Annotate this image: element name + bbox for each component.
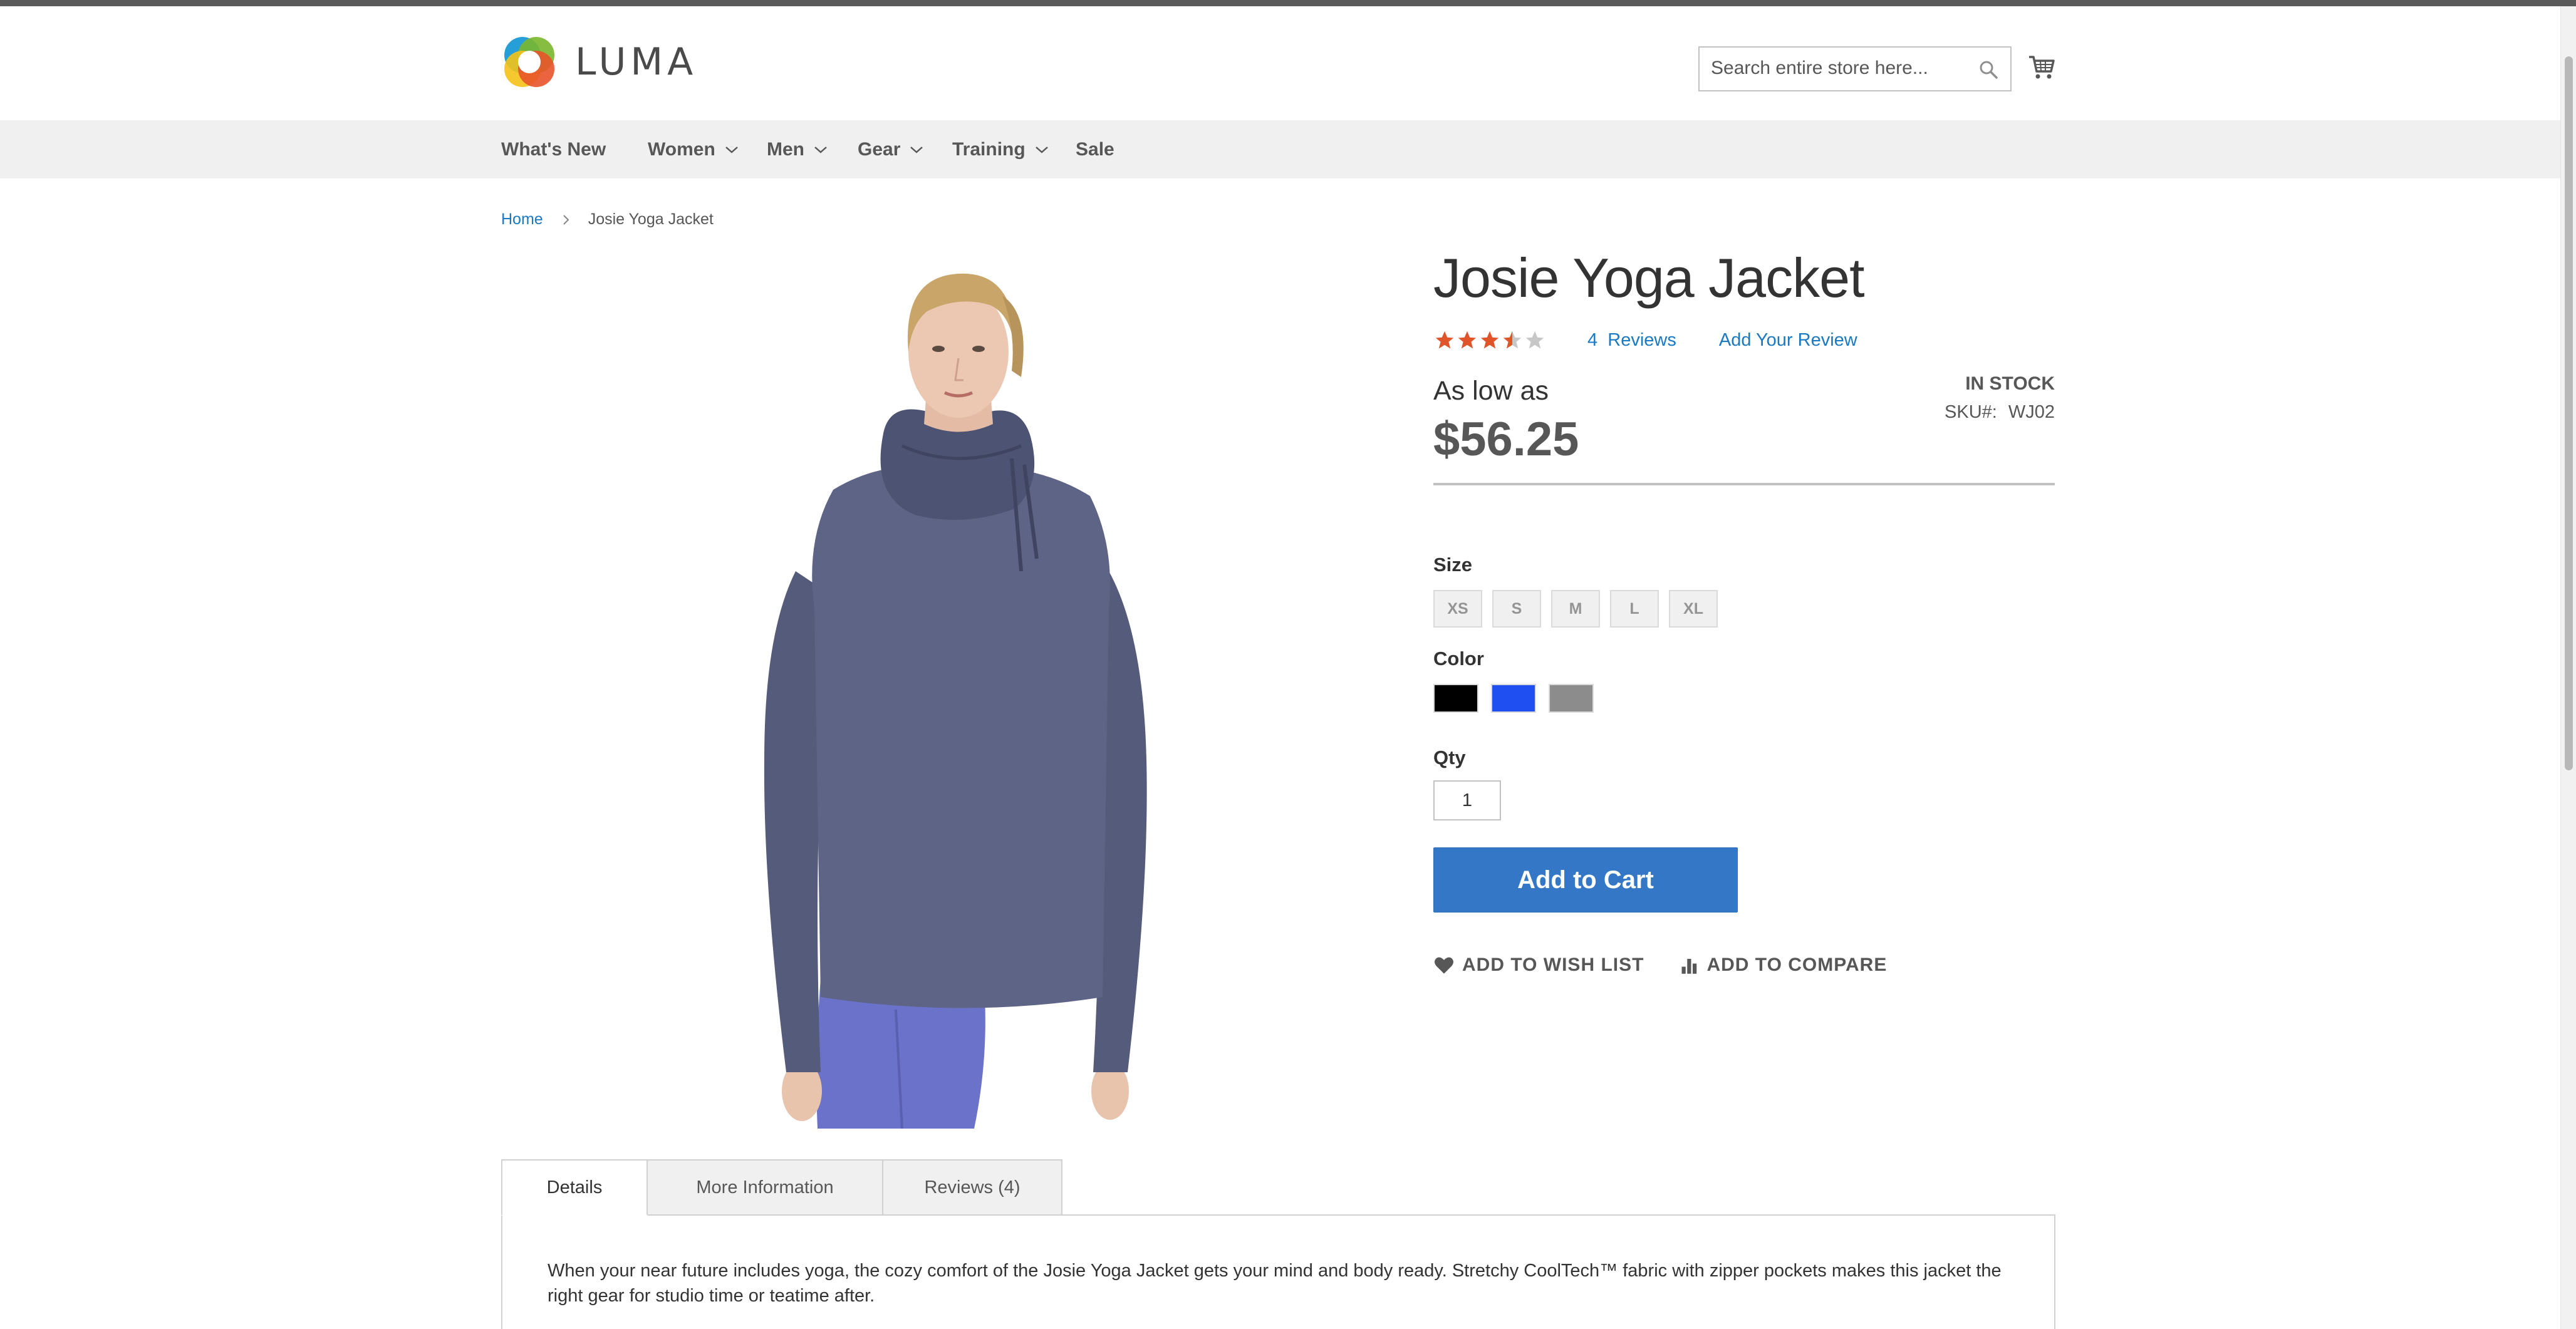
star-icon bbox=[1480, 331, 1499, 349]
color-label: Color bbox=[1433, 648, 1484, 670]
size-option-s[interactable]: S bbox=[1492, 590, 1541, 628]
price-divider bbox=[1433, 483, 2055, 485]
product-price: $56.25 bbox=[1433, 413, 1579, 466]
qty-label: Qty bbox=[1433, 747, 1466, 768]
scrollbar-thumb[interactable] bbox=[2565, 56, 2573, 770]
color-swatch-blue[interactable] bbox=[1491, 684, 1536, 713]
reviews-label: Reviews bbox=[1607, 329, 1676, 350]
product-tabs: Details More Information Reviews (4) bbox=[501, 1159, 1062, 1216]
size-options: XS S M L XL bbox=[1433, 590, 1728, 628]
nav-label: What's New bbox=[501, 139, 606, 160]
main-navigation: What's New Women Men Gear Training Sale bbox=[0, 120, 2560, 178]
product-info: Josie Yoga Jacket 4 Reviews Add Your Rev… bbox=[1433, 247, 2055, 975]
nav-whats-new[interactable]: What's New bbox=[501, 120, 606, 178]
page-header: LUMA bbox=[0, 6, 2560, 120]
tab-panel-details: When your near future includes yoga, the… bbox=[501, 1214, 2055, 1329]
nav-training[interactable]: Training bbox=[952, 120, 1049, 178]
nav-gear[interactable]: Gear bbox=[858, 120, 924, 178]
chevron-down-icon bbox=[814, 146, 827, 153]
add-to-compare-link[interactable]: ADD TO COMPARE bbox=[1680, 954, 1887, 976]
color-swatch-black[interactable] bbox=[1433, 684, 1478, 713]
product-actions: ADD TO WISH LIST ADD TO COMPARE bbox=[1433, 954, 1887, 976]
reviews-link[interactable]: 4 Reviews bbox=[1587, 330, 1676, 351]
add-review-link[interactable]: Add Your Review bbox=[1719, 330, 1857, 351]
size-option-m[interactable]: M bbox=[1551, 590, 1600, 628]
reviews-count: 4 bbox=[1587, 329, 1598, 350]
rating-summary: 4 Reviews Add Your Review bbox=[1433, 329, 1857, 351]
chevron-down-icon bbox=[725, 146, 738, 153]
chevron-right-icon bbox=[563, 214, 569, 225]
nav-label: Training bbox=[952, 139, 1026, 160]
nav-sale[interactable]: Sale bbox=[1076, 120, 1114, 178]
sku-value: WJ02 bbox=[2008, 402, 2055, 422]
product-description: When your near future includes yoga, the… bbox=[548, 1261, 2002, 1306]
nav-label: Women bbox=[648, 139, 715, 160]
nav-label: Sale bbox=[1076, 139, 1114, 160]
compare-chart-icon bbox=[1681, 959, 1697, 974]
browser-top-bar bbox=[0, 0, 2576, 6]
rating-stars bbox=[1433, 329, 1546, 351]
qty-input[interactable] bbox=[1433, 780, 1501, 820]
product-sku: SKU#: WJ02 bbox=[1945, 402, 2055, 423]
breadcrumb-current: Josie Yoga Jacket bbox=[588, 210, 714, 228]
tab-details[interactable]: Details bbox=[501, 1159, 648, 1216]
search-icon[interactable] bbox=[1978, 59, 1999, 80]
nav-men[interactable]: Men bbox=[767, 120, 828, 178]
star-empty-icon bbox=[1525, 331, 1544, 349]
search-box[interactable] bbox=[1698, 46, 2012, 91]
nav-label: Gear bbox=[858, 139, 901, 160]
logo-text: LUMA bbox=[575, 40, 698, 84]
chevron-down-icon bbox=[910, 146, 923, 153]
stock-status: IN STOCK bbox=[1965, 373, 2055, 394]
star-icon bbox=[1435, 331, 1454, 349]
product-title: Josie Yoga Jacket bbox=[1433, 247, 1865, 309]
star-half-icon bbox=[1503, 331, 1522, 349]
breadcrumb-home-link[interactable]: Home bbox=[501, 210, 543, 229]
add-to-wishlist-link[interactable]: ADD TO WISH LIST bbox=[1433, 954, 1644, 976]
color-swatch-gray[interactable] bbox=[1549, 684, 1594, 713]
size-option-l[interactable]: L bbox=[1610, 590, 1659, 628]
chevron-down-icon bbox=[1035, 146, 1048, 153]
color-options bbox=[1433, 684, 1606, 713]
tab-reviews[interactable]: Reviews (4) bbox=[882, 1159, 1062, 1216]
wishlist-label: ADD TO WISH LIST bbox=[1462, 954, 1644, 975]
search-input[interactable] bbox=[1700, 48, 1963, 89]
price-label: As low as bbox=[1433, 376, 1549, 406]
sku-label: SKU#: bbox=[1945, 402, 1997, 422]
luma-logo-icon bbox=[504, 37, 554, 87]
nav-label: Men bbox=[767, 139, 804, 160]
cart-icon[interactable] bbox=[2028, 54, 2055, 81]
compare-label: ADD TO COMPARE bbox=[1706, 954, 1888, 975]
tab-more-information[interactable]: More Information bbox=[647, 1159, 883, 1216]
size-option-xs[interactable]: XS bbox=[1433, 590, 1482, 628]
heart-icon bbox=[1435, 957, 1453, 974]
product-image[interactable] bbox=[727, 258, 1197, 1129]
size-label: Size bbox=[1433, 554, 1473, 576]
add-to-cart-button[interactable]: Add to Cart bbox=[1433, 847, 1738, 913]
store-logo[interactable]: LUMA bbox=[501, 34, 697, 90]
breadcrumb: Home Josie Yoga Jacket bbox=[501, 210, 714, 229]
size-option-xl[interactable]: XL bbox=[1669, 590, 1718, 628]
nav-women[interactable]: Women bbox=[648, 120, 739, 178]
star-icon bbox=[1458, 331, 1477, 349]
page-scrollbar[interactable] bbox=[2560, 6, 2576, 1329]
